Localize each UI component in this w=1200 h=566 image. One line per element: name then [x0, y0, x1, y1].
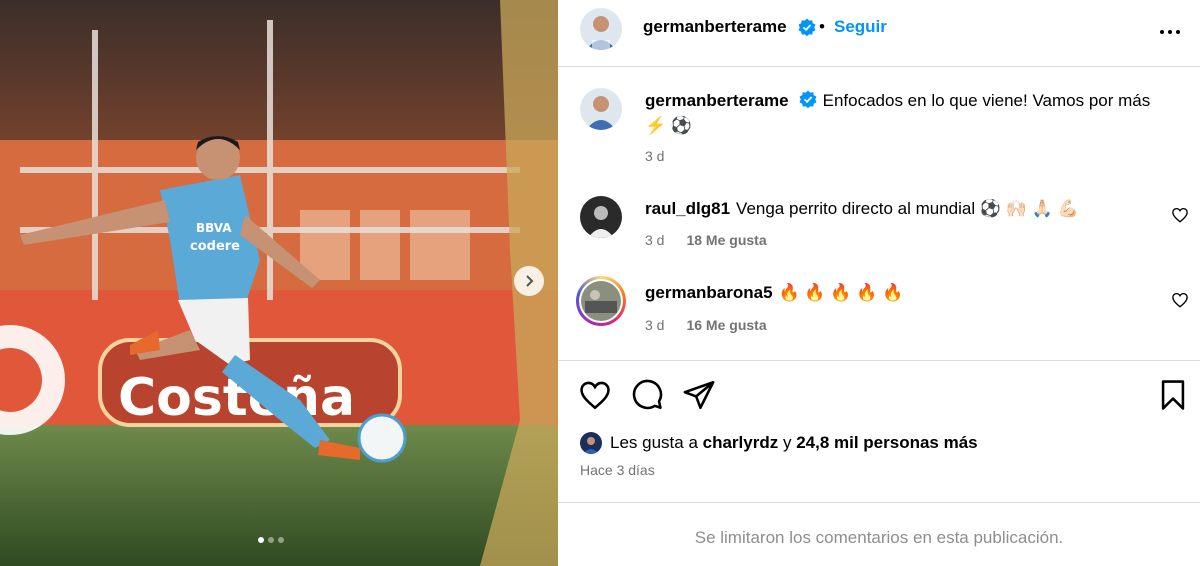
comment-time: 3 d	[645, 232, 665, 248]
svg-text:codere: codere	[190, 239, 240, 254]
post-photo: Costeña BBVA codere	[0, 0, 558, 566]
comment-text: germanbarona5 🔥 🔥 🔥 🔥 🔥	[645, 280, 1165, 305]
author-username[interactable]: germanberterame	[643, 17, 787, 37]
likes-others[interactable]: 24,8 mil personas más	[796, 433, 977, 453]
commenter-avatar[interactable]	[580, 196, 622, 238]
likes-prefix: Les gusta a	[610, 433, 698, 452]
comment-item: germanbarona5 🔥 🔥 🔥 🔥 🔥 3 d 16 Me gusta	[558, 276, 1200, 340]
post-details-panel: germanberterame • Seguir germanberterame…	[558, 0, 1200, 566]
header-separator: •	[819, 17, 825, 36]
soccer-photo-illustration: Costeña BBVA codere	[0, 0, 558, 566]
caption: germanberterame Enfocados en lo que viene…	[558, 88, 1200, 168]
carousel-dot	[278, 537, 284, 543]
follow-button[interactable]: Seguir	[834, 17, 887, 37]
author-avatar[interactable]	[580, 8, 622, 50]
verified-badge-icon	[799, 90, 817, 108]
save-bookmark-icon[interactable]	[1156, 378, 1190, 412]
likes-summary: Les gusta a charlyrdz y 24,8 mil persona…	[580, 432, 978, 454]
caption-emojis: ⚡ ⚽	[645, 116, 693, 135]
comment-bubble-icon[interactable]	[630, 378, 664, 412]
caption-username[interactable]: germanberterame	[645, 91, 789, 110]
commenter-username[interactable]: raul_dlg81	[645, 199, 730, 218]
more-options-icon[interactable]	[1158, 20, 1182, 44]
carousel-next-button[interactable]	[514, 266, 544, 296]
comment-time: 3 d	[645, 317, 665, 333]
liker-username[interactable]: charlyrdz	[703, 433, 779, 453]
likes-connector: y	[782, 433, 792, 452]
commenter-avatar-story-ring[interactable]	[576, 276, 626, 326]
carousel-indicator	[258, 537, 284, 543]
comment-item: raul_dlg81 Venga perrito directo al mundi…	[558, 196, 1200, 256]
caption-body: Enfocados en lo que viene! Vamos por más	[822, 91, 1151, 110]
divider	[558, 360, 1200, 361]
liker-avatar[interactable]	[580, 432, 602, 454]
comment-meta: 3 d 16 Me gusta	[645, 317, 767, 333]
like-comment-icon[interactable]	[1171, 206, 1189, 224]
like-heart-icon[interactable]	[578, 378, 612, 412]
divider	[558, 502, 1200, 503]
post-header: germanberterame • Seguir	[558, 0, 1200, 67]
svg-text:BBVA: BBVA	[196, 221, 232, 235]
comment-body: Venga perrito directo al mundial ⚽ 🙌🏻 🙏🏻…	[736, 199, 1079, 218]
comment-likes[interactable]: 16 Me gusta	[686, 317, 766, 333]
comment-text: raul_dlg81 Venga perrito directo al mundi…	[645, 196, 1165, 221]
share-paper-plane-icon[interactable]	[682, 378, 716, 412]
verified-badge-icon	[798, 18, 816, 36]
comment-body: 🔥 🔥 🔥 🔥 🔥	[778, 283, 904, 302]
comments-limited-notice: Se limitaron los comentarios en esta pub…	[694, 528, 1064, 547]
carousel-dot	[268, 537, 274, 543]
soccer-ball	[357, 413, 407, 463]
chevron-right-icon	[526, 275, 534, 287]
comment-meta: 3 d 18 Me gusta	[645, 232, 767, 248]
like-comment-icon[interactable]	[1171, 291, 1189, 309]
comment-likes[interactable]: 18 Me gusta	[686, 232, 766, 248]
caption-time: 3 d	[645, 148, 665, 164]
action-bar	[558, 362, 1200, 422]
caption-text: germanberterame Enfocados en lo que viene…	[645, 88, 1165, 138]
post-timestamp: Hace 3 días	[580, 462, 655, 478]
carousel-dot	[258, 537, 264, 543]
caption-avatar[interactable]	[580, 88, 622, 130]
commenter-username[interactable]: germanbarona5	[645, 283, 773, 302]
